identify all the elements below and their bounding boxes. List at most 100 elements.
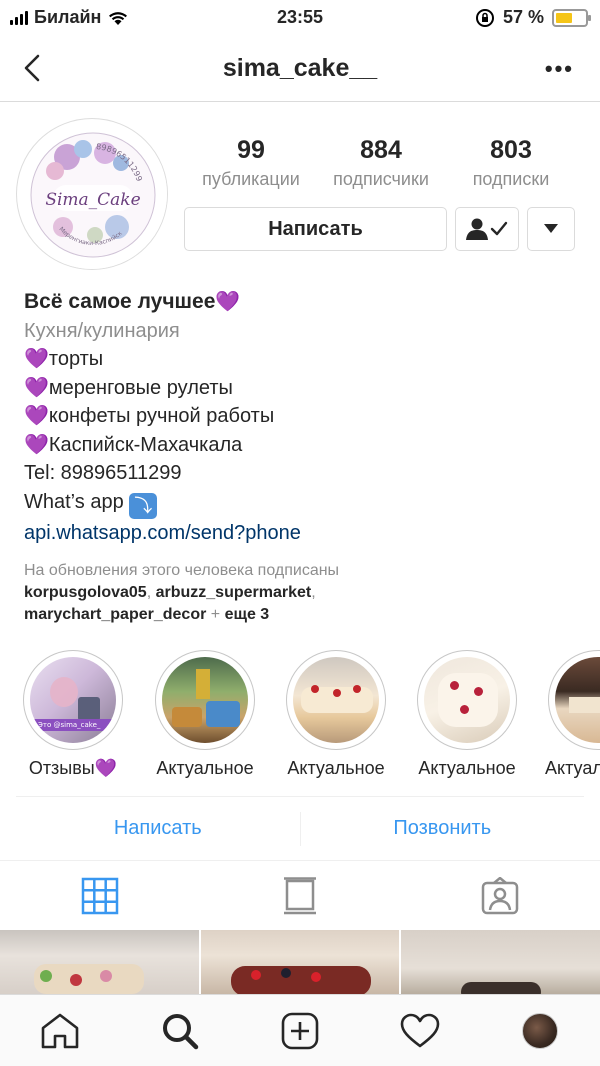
grid-icon bbox=[81, 877, 119, 914]
followed-by-hint: На обновления этого человека подписаны bbox=[24, 562, 340, 579]
stat-followers-count: 884 bbox=[360, 136, 402, 164]
person-check-icon bbox=[466, 218, 508, 240]
follower-username[interactable]: marychart_paper_decor bbox=[24, 606, 206, 623]
highlight-label: Актуальное bbox=[287, 758, 385, 778]
bio-phone: Tel: 89896511299 bbox=[24, 462, 182, 484]
heart-icon bbox=[400, 1013, 440, 1047]
followed-by-more[interactable]: еще 3 bbox=[225, 606, 270, 623]
message-button[interactable]: Написать bbox=[184, 207, 447, 251]
stat-followers-label: подписчики bbox=[333, 169, 429, 189]
highlight-item[interactable]: Актуальное bbox=[150, 650, 260, 779]
post-thumbnail[interactable] bbox=[0, 930, 199, 994]
post-thumbnail[interactable] bbox=[401, 930, 600, 994]
highlight-item[interactable]: Актуальное bbox=[412, 650, 522, 779]
followed-by-users: korpusgolova05, arbuzz_supermarket, bbox=[24, 584, 316, 601]
bio-line-text: Каспийск-Махачкала bbox=[48, 433, 243, 456]
arrow-down-right-icon: ⤵ bbox=[129, 492, 158, 519]
add-post-icon bbox=[281, 1012, 319, 1049]
purple-heart-icon: 💜 bbox=[24, 376, 49, 399]
profile-tabs bbox=[0, 860, 600, 930]
posts-grid bbox=[0, 930, 600, 994]
tab-grid[interactable] bbox=[0, 861, 200, 930]
profile-bio: Всё самое лучшее💜 Кухня/кулинария 💜торты… bbox=[24, 288, 584, 547]
followed-by[interactable]: На обновления этого человека подписаны k… bbox=[24, 560, 584, 626]
status-bar: Билайн 23:55 57 % bbox=[0, 0, 600, 36]
highlight-label: Актуальное bbox=[156, 758, 254, 778]
follower-username[interactable]: arbuzz_supermarket bbox=[156, 584, 312, 601]
avatar-logo-text: Sima_Cake bbox=[45, 190, 140, 210]
contact-message-button[interactable]: Написать bbox=[16, 817, 300, 840]
bio-line: 💜меренговые рулеты bbox=[24, 374, 584, 403]
purple-heart-icon: 💜 bbox=[94, 758, 118, 778]
highlight-ring bbox=[417, 650, 517, 750]
profile-category: Кухня/кулинария bbox=[24, 319, 180, 342]
highlight-item[interactable]: Актуал bbox=[543, 650, 600, 779]
highlight-cover bbox=[424, 657, 510, 743]
highlight-cover bbox=[293, 657, 379, 743]
nav-profile[interactable] bbox=[480, 995, 600, 1066]
following-button[interactable] bbox=[455, 207, 519, 251]
profile-avatar[interactable]: Sima_Cake 89896511299 Меренгиаки-Каспийс… bbox=[16, 118, 168, 270]
highlight-item[interactable]: Актуальное bbox=[281, 650, 391, 779]
nav-new-post[interactable] bbox=[240, 995, 360, 1066]
highlight-label: Актуальное bbox=[418, 758, 516, 778]
purple-heart-icon: 💜 bbox=[24, 405, 49, 427]
more-options-icon[interactable]: ••• bbox=[545, 56, 574, 82]
bio-link[interactable]: api.whatsapp.com/send?phone bbox=[24, 519, 584, 548]
rotation-lock-icon bbox=[475, 8, 494, 27]
top-navbar: sima_cake__ ••• bbox=[0, 36, 600, 102]
bio-line: 💜торты bbox=[24, 345, 584, 374]
avatar-logo: Sima_Cake 89896511299 Меренгиаки-Каспийс… bbox=[18, 120, 167, 269]
profile-actions: Написать bbox=[184, 207, 575, 251]
stat-following-count: 803 bbox=[490, 136, 532, 164]
follower-username[interactable]: korpusgolova05 bbox=[24, 584, 147, 601]
home-icon bbox=[41, 1013, 79, 1048]
battery-percent: 57 % bbox=[502, 7, 544, 27]
bio-line: 💜конфеты ручной работы bbox=[24, 402, 584, 431]
stat-posts[interactable]: 99 публикации bbox=[186, 136, 316, 190]
bio-line-text: меренговые рулеты bbox=[48, 376, 233, 399]
profile-username: sima_cake__ bbox=[222, 54, 378, 82]
bio-name-line: Всё самое лучшее💜 bbox=[24, 288, 584, 317]
suggested-dropdown-button[interactable] bbox=[527, 207, 575, 251]
followed-by-users-2: marychart_paper_decor + еще 3 bbox=[24, 606, 270, 623]
nav-home[interactable] bbox=[0, 995, 120, 1066]
post-thumbnail[interactable] bbox=[200, 930, 400, 994]
nav-activity[interactable] bbox=[360, 995, 480, 1066]
stat-following[interactable]: 803 подписки bbox=[446, 136, 576, 190]
tagged-person-icon bbox=[481, 876, 519, 914]
purple-heart-icon: 💜 bbox=[24, 348, 49, 370]
highlight-cover: Это @sima_cake_ bbox=[30, 657, 116, 743]
chevron-down-icon bbox=[544, 224, 558, 233]
contact-call-button[interactable]: Позвонить bbox=[301, 817, 585, 840]
highlight-ring bbox=[155, 650, 255, 750]
story-highlights: Это @sima_cake_ Отзывы💜 Актуальное Актуа… bbox=[0, 650, 600, 790]
highlight-ring bbox=[286, 650, 386, 750]
contact-bar: Написать Позвонить bbox=[16, 796, 584, 860]
highlight-cover bbox=[162, 657, 248, 743]
bio-line: 💜Каспийск-Махачкала bbox=[24, 431, 584, 460]
highlight-item[interactable]: Это @sima_cake_ Отзывы💜 bbox=[18, 650, 128, 779]
battery-icon bbox=[552, 8, 591, 27]
purple-heart-icon: 💜 bbox=[215, 291, 241, 313]
bottom-tab-bar bbox=[0, 994, 600, 1066]
bio-whatsapp-line: What’s app ⤵ bbox=[24, 488, 584, 519]
tab-tagged[interactable] bbox=[400, 861, 600, 930]
stat-following-label: подписки bbox=[472, 169, 550, 189]
tab-feed[interactable] bbox=[200, 861, 400, 930]
bio-whatsapp: What’s app bbox=[24, 490, 124, 513]
feed-icon bbox=[284, 876, 316, 914]
profile-stats: 99 публикации 884 подписчики 803 подписк… bbox=[186, 136, 576, 190]
bio-line-text: конфеты ручной работы bbox=[48, 405, 275, 427]
purple-heart-icon: 💜 bbox=[24, 433, 49, 456]
stat-posts-count: 99 bbox=[237, 136, 265, 164]
status-right: 57 % bbox=[475, 7, 591, 28]
stat-followers[interactable]: 884 подписчики bbox=[316, 136, 446, 190]
highlight-label: Актуал bbox=[545, 758, 600, 778]
highlight-ring: Это @sima_cake_ bbox=[23, 650, 123, 750]
highlight-cover bbox=[555, 657, 600, 743]
highlight-ring bbox=[548, 650, 600, 750]
nav-search[interactable] bbox=[120, 995, 240, 1066]
highlight-label: Отзывы💜 bbox=[28, 758, 118, 778]
highlight-caption: Это @sima_cake_ bbox=[34, 719, 112, 731]
